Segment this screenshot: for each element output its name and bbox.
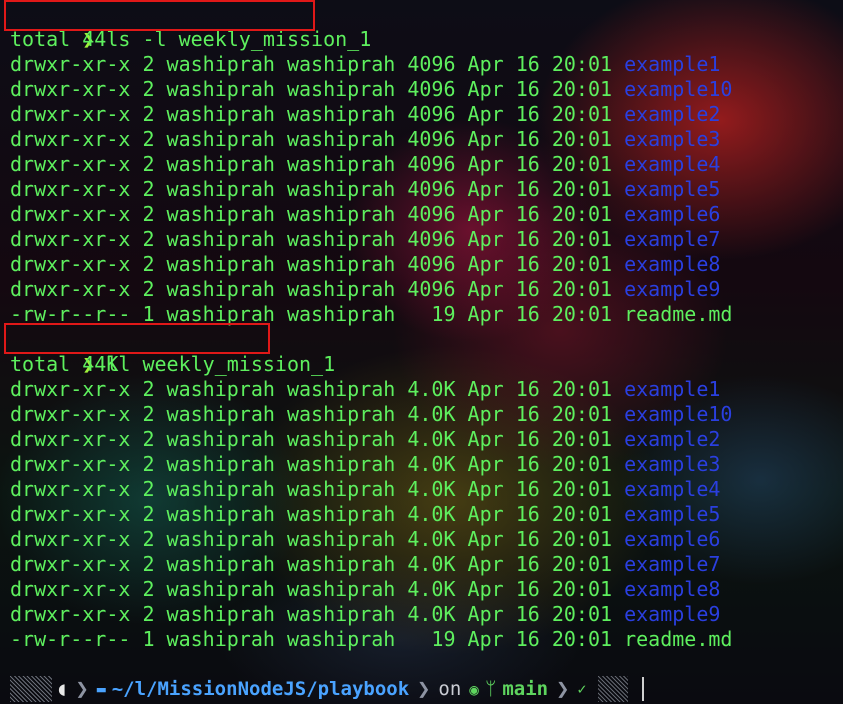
listing-row: drwxr-xr-x 2 washiprah washiprah 4096 Ap…: [10, 177, 843, 202]
apple-icon: ◖: [56, 678, 68, 700]
listing-row: drwxr-xr-x 2 washiprah washiprah 4096 Ap…: [10, 77, 843, 102]
git-branch-icon: ᛘ: [484, 678, 497, 700]
directory-name: example4: [624, 477, 721, 501]
github-icon: ◉: [469, 679, 479, 699]
listing-row: drwxr-xr-x 2 washiprah washiprah 4.0K Ap…: [10, 602, 843, 627]
directory-name: example1: [624, 52, 721, 76]
prompt-status-bar: ◖ ❯ ▬ ~/l/MissionNodeJS/playbook ❯ on ◉ …: [0, 674, 843, 704]
listing-row: drwxr-xr-x 2 washiprah washiprah 4096 Ap…: [10, 52, 843, 77]
folder-icon: ▬: [96, 680, 106, 698]
terminal-window[interactable]: ❯ ls -l weekly_mission_1 total 44 drwxr-…: [0, 0, 843, 704]
file-metadata: drwxr-xr-x 2 washiprah washiprah 4.0K Ap…: [10, 602, 625, 626]
listing-block: drwxr-xr-x 2 washiprah washiprah 4096 Ap…: [10, 52, 843, 327]
listing-row: drwxr-xr-x 2 washiprah washiprah 4.0K Ap…: [10, 502, 843, 527]
file-metadata: -rw-r--r-- 1 washiprah washiprah 19 Apr …: [10, 627, 625, 651]
directory-name: example9: [624, 602, 721, 626]
directory-name: example3: [624, 127, 721, 151]
file-metadata: drwxr-xr-x 2 washiprah washiprah 4096 Ap…: [10, 127, 625, 151]
file-metadata: drwxr-xr-x 2 washiprah washiprah 4096 Ap…: [10, 52, 625, 76]
segment-separator-icon: ❯: [417, 676, 431, 702]
listing-block: drwxr-xr-x 2 washiprah washiprah 4.0K Ap…: [10, 377, 843, 652]
file-metadata: drwxr-xr-x 2 washiprah washiprah 4.0K Ap…: [10, 427, 625, 451]
listing-row: drwxr-xr-x 2 washiprah washiprah 4.0K Ap…: [10, 552, 843, 577]
directory-name: example5: [624, 502, 721, 526]
git-segment: on ◉ ᛘ main: [434, 676, 552, 702]
segment-separator-icon: ❯: [75, 676, 89, 702]
status-bar-decoration: [598, 676, 629, 702]
directory-name: example7: [624, 552, 721, 576]
listing-row: drwxr-xr-x 2 washiprah washiprah 4096 Ap…: [10, 202, 843, 227]
branch-name: main: [502, 678, 549, 700]
file-metadata: drwxr-xr-x 2 washiprah washiprah 4096 Ap…: [10, 202, 625, 226]
directory-name: example6: [624, 527, 721, 551]
file-metadata: drwxr-xr-x 2 washiprah washiprah 4.0K Ap…: [10, 577, 625, 601]
file-metadata: drwxr-xr-x 2 washiprah washiprah 4096 Ap…: [10, 177, 625, 201]
segment-separator-icon: ❯: [556, 676, 570, 702]
directory-name: example5: [624, 177, 721, 201]
directory-name: example6: [624, 202, 721, 226]
file-metadata: drwxr-xr-x 2 washiprah washiprah 4.0K Ap…: [10, 477, 625, 501]
text-cursor[interactable]: [642, 677, 645, 701]
directory-name: example7: [624, 227, 721, 251]
check-icon: ✓: [577, 680, 587, 698]
file-metadata: drwxr-xr-x 2 washiprah washiprah 4.0K Ap…: [10, 402, 625, 426]
on-label: on: [438, 678, 462, 700]
listing-row: drwxr-xr-x 2 washiprah washiprah 4.0K Ap…: [10, 527, 843, 552]
path-segment: ▬ ~/l/MissionNodeJS/playbook: [93, 676, 413, 702]
directory-name: example10: [624, 402, 733, 426]
file-metadata: drwxr-xr-x 2 washiprah washiprah 4.0K Ap…: [10, 527, 625, 551]
listing-row: drwxr-xr-x 2 washiprah washiprah 4096 Ap…: [10, 252, 843, 277]
listing-row: -rw-r--r-- 1 washiprah washiprah 19 Apr …: [10, 627, 843, 652]
path-current: playbook: [317, 678, 410, 700]
status-bar-decoration: [10, 676, 52, 702]
directory-name: example1: [624, 377, 721, 401]
listing-row: drwxr-xr-x 2 washiprah washiprah 4.0K Ap…: [10, 427, 843, 452]
file-metadata: drwxr-xr-x 2 washiprah washiprah 4096 Ap…: [10, 252, 625, 276]
directory-name: example10: [624, 77, 733, 101]
listing-row: drwxr-xr-x 2 washiprah washiprah 4096 Ap…: [10, 102, 843, 127]
directory-name: example2: [624, 102, 721, 126]
listing-row: drwxr-xr-x 2 washiprah washiprah 4.0K Ap…: [10, 402, 843, 427]
highlight-box-command-2: [4, 323, 270, 354]
file-metadata: drwxr-xr-x 2 washiprah washiprah 4.0K Ap…: [10, 377, 625, 401]
file-metadata: drwxr-xr-x 2 washiprah washiprah 4.0K Ap…: [10, 552, 625, 576]
file-metadata: drwxr-xr-x 2 washiprah washiprah 4.0K Ap…: [10, 452, 625, 476]
file-metadata: drwxr-xr-x 2 washiprah washiprah 4096 Ap…: [10, 227, 625, 251]
listing-row: drwxr-xr-x 2 washiprah washiprah 4096 Ap…: [10, 127, 843, 152]
directory-name: example8: [624, 577, 721, 601]
listing-row: drwxr-xr-x 2 washiprah washiprah 4.0K Ap…: [10, 577, 843, 602]
file-metadata: drwxr-xr-x 2 washiprah washiprah 4096 Ap…: [10, 277, 625, 301]
path-prefix: ~/l/MissionNodeJS/: [111, 678, 318, 700]
file-name: readme.md: [624, 302, 733, 326]
directory-name: example3: [624, 452, 721, 476]
file-metadata: drwxr-xr-x 2 washiprah washiprah 4096 Ap…: [10, 152, 625, 176]
directory-name: example9: [624, 277, 721, 301]
listing-row: drwxr-xr-x 2 washiprah washiprah 4096 Ap…: [10, 277, 843, 302]
listing-row: drwxr-xr-x 2 washiprah washiprah 4096 Ap…: [10, 227, 843, 252]
directory-name: example4: [624, 152, 721, 176]
highlight-box-command-1: [4, 0, 315, 31]
directory-name: example8: [624, 252, 721, 276]
directory-name: example2: [624, 427, 721, 451]
listing-row: drwxr-xr-x 2 washiprah washiprah 4096 Ap…: [10, 152, 843, 177]
file-metadata: drwxr-xr-x 2 washiprah washiprah 4.0K Ap…: [10, 502, 625, 526]
file-metadata: drwxr-xr-x 2 washiprah washiprah 4096 Ap…: [10, 77, 625, 101]
listing-row: drwxr-xr-x 2 washiprah washiprah 4.0K Ap…: [10, 377, 843, 402]
total-line: total 44K: [10, 352, 119, 376]
file-metadata: drwxr-xr-x 2 washiprah washiprah 4096 Ap…: [10, 102, 625, 126]
listing-row: drwxr-xr-x 2 washiprah washiprah 4.0K Ap…: [10, 452, 843, 477]
listing-row: drwxr-xr-x 2 washiprah washiprah 4.0K Ap…: [10, 477, 843, 502]
file-name: readme.md: [624, 627, 733, 651]
